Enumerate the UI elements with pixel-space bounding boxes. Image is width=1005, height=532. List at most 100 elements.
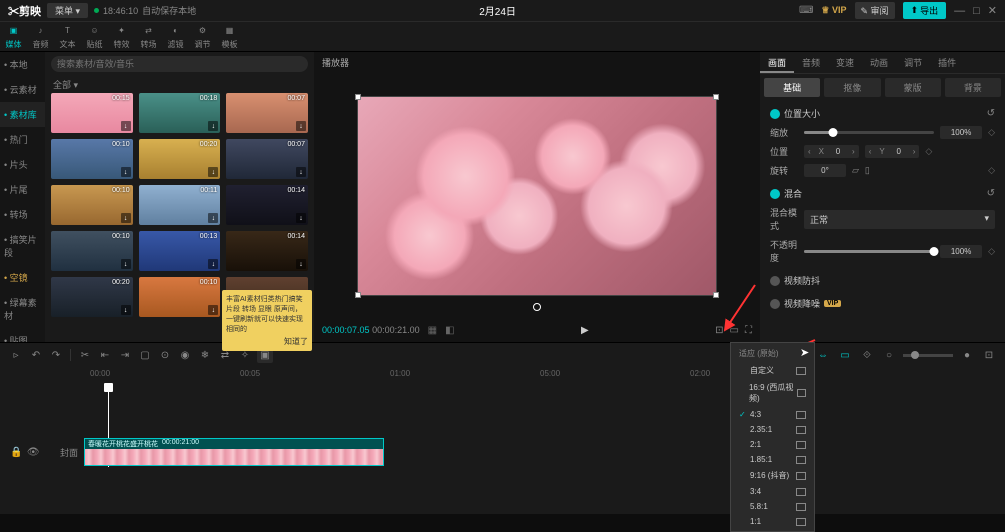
download-icon[interactable]: ↓ [208,167,218,177]
download-icon[interactable]: ↓ [296,167,306,177]
scale-slider[interactable] [804,131,934,134]
track-label[interactable]: 封面 [40,446,84,459]
tool-特效[interactable]: ✦特效 [108,24,135,50]
thumbnail[interactable]: 00:14↓ [226,231,308,271]
sidenav-绿幕素材[interactable]: • 绿幕素材 [0,290,45,328]
tool-媒体[interactable]: ▣媒体 [0,24,27,50]
thumbnail[interactable]: 00:20↓ [139,139,221,179]
split-tool[interactable]: ✂ [77,347,93,363]
reset-icon[interactable]: ↺ [987,108,995,119]
left-cut-icon[interactable]: ⇤ [97,347,113,363]
thumbnail[interactable]: 00:07↓ [226,139,308,179]
record-icon[interactable]: ◉ [177,347,193,363]
sort-dropdown[interactable]: 全部 ▾ [45,76,314,93]
tool-模板[interactable]: ▦模板 [216,24,243,50]
zoom-out-icon[interactable]: ○ [881,347,897,363]
thumbnail[interactable]: 00:10↓ [51,231,133,271]
tool-文本[interactable]: T文本 [54,24,81,50]
ratio-option[interactable]: 1:1 [731,514,814,529]
tool-音频[interactable]: ♪音频 [27,24,54,50]
prop-tab-调节[interactable]: 调节 [896,52,930,73]
cursor-tool[interactable]: ▹ [8,347,24,363]
prop-subtab-蒙版[interactable]: 蒙版 [885,78,941,97]
lock-icon[interactable]: 🔒 [10,447,22,458]
thumbnail[interactable]: 00:14↓ [226,185,308,225]
search-input[interactable] [51,56,308,72]
sidenav-热门[interactable]: • 热门 [0,127,45,152]
opacity-slider[interactable] [804,250,934,253]
minimize-icon[interactable]: — [954,5,965,17]
video-clip[interactable]: 春暖花开桃花盛开桃花00:00:21:00 [84,438,384,466]
ratio-option[interactable]: 3:4 [731,484,814,499]
link-icon[interactable]: ⇔ [815,347,831,363]
right-cut-icon[interactable]: ⇥ [117,347,133,363]
tool-转场[interactable]: ⇄转场 [135,24,162,50]
tool-滤镜[interactable]: ◐滤镜 [162,24,189,50]
delete-icon[interactable]: ▢ [137,347,153,363]
download-icon[interactable]: ↓ [208,213,218,223]
prop-tab-动画[interactable]: 动画 [862,52,896,73]
tool-调节[interactable]: ⚙调节 [189,24,216,50]
grid-icon[interactable]: ▦ [428,325,437,336]
scale-icon[interactable]: ⊡ [715,325,723,336]
prop-subtab-抠像[interactable]: 抠像 [824,78,880,97]
download-icon[interactable]: ↓ [208,305,218,315]
sidenav-片尾[interactable]: • 片尾 [0,177,45,202]
freeze-icon[interactable]: ❄ [197,347,213,363]
download-icon[interactable]: ↓ [208,121,218,131]
play-button[interactable]: ▶ [581,325,589,336]
color-icon[interactable]: ◧ [445,325,454,336]
scale-value[interactable]: 100% [940,126,982,139]
fullscreen-icon[interactable]: ⛶ [745,325,752,336]
pos-y-input[interactable]: ‹Y0› [865,145,920,158]
thumbnail[interactable]: 00:15↓ [51,93,133,133]
ratio-option[interactable]: ✓4:3 [731,407,814,422]
ratio-option[interactable]: 16:9 (西瓜视频) [731,379,814,407]
tooltip-ok-button[interactable]: 知道了 [226,336,308,347]
sidenav-片头[interactable]: • 片头 [0,152,45,177]
thumbnail[interactable]: 00:18↓ [139,93,221,133]
thumbnail[interactable]: 00:20↓ [51,277,133,317]
ratio-option[interactable]: 2.35:1 [731,422,814,437]
sidenav-本地[interactable]: • 本地 [0,52,45,77]
menu-button[interactable]: 菜单 ▾ [47,3,88,18]
zoom-in-icon[interactable]: ● [959,347,975,363]
sidenav-云素材[interactable]: • 云素材 [0,77,45,102]
download-icon[interactable]: ↓ [208,259,218,269]
sidenav-转场[interactable]: • 转场 [0,202,45,227]
ratio-option[interactable]: 2:1 [731,437,814,452]
feedback-button[interactable]: ✎ 审阅 [855,2,895,19]
rotate-handle[interactable] [533,303,541,311]
resize-handle-tr[interactable] [713,94,719,100]
blend-mode-dropdown[interactable]: 正常▾ [804,210,995,229]
opacity-value[interactable]: 100% [940,245,982,258]
reset-icon[interactable]: ↺ [987,188,995,199]
resize-handle-tl[interactable] [355,94,361,100]
thumbnail[interactable]: 00:07↓ [226,93,308,133]
mute-icon[interactable]: ⟐ [859,347,875,363]
maximize-icon[interactable]: □ [973,5,980,17]
undo-icon[interactable]: ↶ [28,347,44,363]
ratio-button[interactable]: ▭ [730,325,739,336]
download-icon[interactable]: ↓ [296,213,306,223]
sidenav-空镜[interactable]: • 空镜 [0,265,45,290]
pos-x-input[interactable]: ‹X0› [804,145,859,158]
prop-subtab-背景[interactable]: 背景 [945,78,1001,97]
download-icon[interactable]: ↓ [121,305,131,315]
prop-tab-画面[interactable]: 画面 [760,52,794,73]
thumbnail[interactable]: 00:10↓ [51,139,133,179]
preview-canvas[interactable] [314,73,760,318]
section-denoise[interactable]: 视频降噪 [784,297,820,310]
close-icon[interactable]: ✕ [988,4,997,17]
redo-icon[interactable]: ↷ [48,347,64,363]
download-icon[interactable]: ↓ [296,259,306,269]
download-icon[interactable]: ↓ [121,259,131,269]
flip-v-icon[interactable]: ▯ [865,165,870,176]
sidenav-搞笑片段[interactable]: • 搞笑片段 [0,227,45,265]
preview-icon[interactable]: ▭ [837,347,853,363]
resize-handle-bl[interactable] [355,292,361,298]
thumbnail[interactable]: 00:11↓ [139,185,221,225]
ratio-option[interactable]: 5.8:1 [731,499,814,514]
vip-badge[interactable]: ♕ VIP [821,5,846,16]
sidenav-素材库[interactable]: • 素材库 [0,102,45,127]
